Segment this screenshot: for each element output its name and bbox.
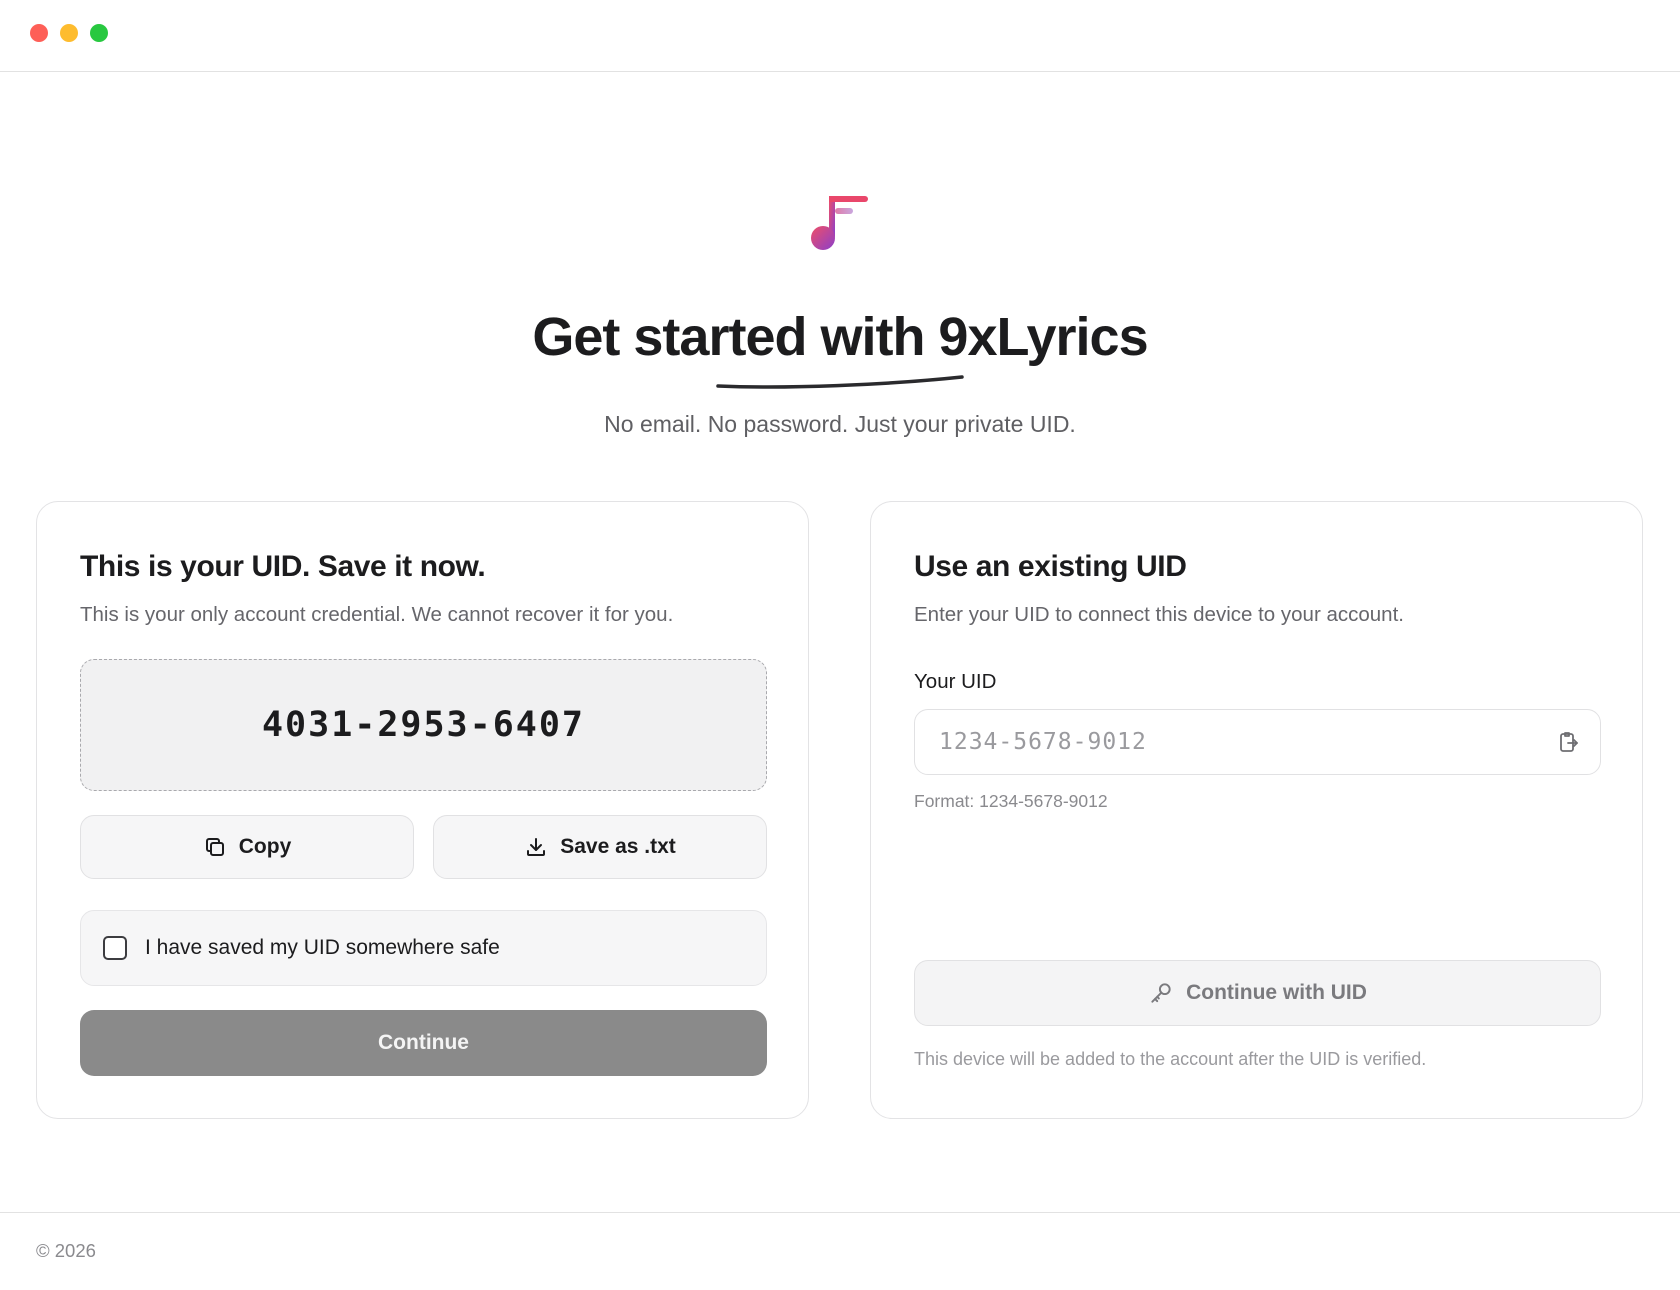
clipboard-paste-icon[interactable] xyxy=(1556,730,1580,754)
zoom-window-button[interactable] xyxy=(90,24,108,42)
device-verification-note: This device will be added to the account… xyxy=(914,1049,1427,1069)
page-subtitle: No email. No password. Just your private… xyxy=(604,411,1076,437)
download-icon xyxy=(527,838,546,856)
existing-uid-card-description: Enter your UID to connect this device to… xyxy=(914,603,1404,626)
saved-uid-checkbox[interactable] xyxy=(103,936,127,960)
continue-with-uid-label: Continue with UID xyxy=(1186,981,1367,1004)
key-icon xyxy=(1151,983,1171,1003)
saved-uid-confirmation[interactable]: I have saved my UID somewhere safe xyxy=(80,910,767,986)
copy-button-label: Copy xyxy=(238,835,292,858)
page-footer: © 2026 xyxy=(0,1212,1680,1290)
title-underline-swoosh xyxy=(716,375,964,389)
copy-icon xyxy=(205,838,224,856)
save-as-txt-button[interactable]: Save as .txt xyxy=(433,815,767,879)
save-as-txt-label: Save as .txt xyxy=(560,835,676,858)
existing-uid-card-title: Use an existing UID xyxy=(914,550,1187,583)
uid-display-box: 4031-2953-6407 xyxy=(80,659,767,791)
copyright-text: © 2026 xyxy=(36,1240,96,1261)
continue-with-uid-button[interactable]: Continue with UID xyxy=(914,960,1601,1026)
uid-field-label: Your UID xyxy=(914,670,997,693)
continue-button[interactable]: Continue xyxy=(80,1010,767,1076)
music-note-f-logo-icon xyxy=(811,196,868,250)
uid-format-hint: Format: 1234-5678-9012 xyxy=(914,791,1108,811)
copy-button[interactable]: Copy xyxy=(80,815,414,879)
uid-input[interactable] xyxy=(939,710,1539,773)
close-window-button[interactable] xyxy=(30,24,48,42)
new-uid-card-title: This is your UID. Save it now. xyxy=(80,550,486,583)
uid-input-wrapper xyxy=(914,709,1601,775)
new-uid-card: This is your UID. Save it now. This is y… xyxy=(36,501,809,1119)
saved-uid-checkbox-label: I have saved my UID somewhere safe xyxy=(145,936,500,959)
new-uid-card-description: This is your only account credential. We… xyxy=(80,603,674,626)
continue-button-label: Continue xyxy=(378,1031,469,1054)
window-titlebar xyxy=(0,0,1680,72)
uid-value: 4031-2953-6407 xyxy=(261,705,585,745)
existing-uid-card: Use an existing UID Enter your UID to co… xyxy=(870,501,1643,1119)
minimize-window-button[interactable] xyxy=(60,24,78,42)
page-title: Get started with 9xLyrics xyxy=(532,307,1148,367)
